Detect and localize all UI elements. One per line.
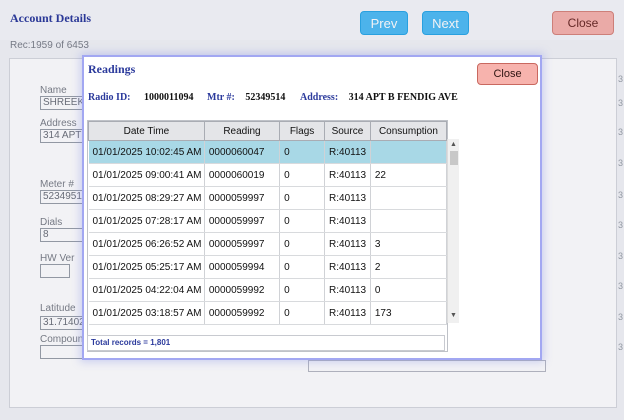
scroll-down-icon[interactable]: ▼ — [450, 312, 457, 320]
cell-consumption — [370, 209, 447, 233]
cell-datetime: 01/01/2025 03:18:57 AM — [88, 301, 205, 325]
readings-grid: Date Time Reading Flags Source Consumpti… — [87, 120, 448, 352]
header-row: Date Time Reading Flags Source Consumpti… — [88, 121, 447, 141]
cell-datetime: 01/01/2025 09:00:41 AM — [88, 163, 205, 187]
cell-flags: 0 — [279, 209, 326, 233]
cell-source: R:40113 — [324, 301, 371, 325]
cell-datetime: 01/01/2025 08:29:27 AM — [88, 186, 205, 210]
readings-dialog: Readings Close Radio ID: 1000011094 Mtr … — [82, 55, 542, 360]
cell-datetime: 01/01/2025 04:22:04 AM — [88, 278, 205, 302]
radio-id-value: 1000011094 — [144, 92, 194, 103]
cell-reading: 0000060019 — [204, 163, 281, 187]
mtr-value: 52349514 — [245, 92, 286, 103]
cell-source: R:40113 — [324, 209, 371, 233]
address-info-value: 314 APT B FENDIG AVE — [348, 92, 458, 103]
scrollbar-thumb[interactable] — [450, 151, 458, 165]
cell-reading: 0000059997 — [204, 232, 281, 256]
cell-flags: 0 — [279, 140, 326, 164]
table-row[interactable]: 01/01/2025 07:28:17 AM 0000059997 0 R:40… — [88, 209, 447, 233]
mtr-label: Mtr #: — [207, 92, 235, 103]
cell-source: R:40113 — [324, 278, 371, 302]
column-header-datetime[interactable]: Date Time — [88, 121, 205, 141]
meter-info: Mtr #: 52349514 — [207, 92, 285, 103]
dialog-title: Readings — [88, 62, 136, 76]
cell-datetime: 01/01/2025 05:25:17 AM — [88, 255, 205, 279]
cell-consumption: 0 — [370, 278, 447, 302]
cell-datetime: 01/01/2025 06:26:52 AM — [88, 232, 205, 256]
cell-reading: 0000060047 — [204, 140, 281, 164]
cell-flags: 0 — [279, 301, 326, 325]
cell-flags: 0 — [279, 255, 326, 279]
cell-consumption: 173 — [370, 301, 447, 325]
column-header-flags[interactable]: Flags — [279, 121, 326, 141]
cell-source: R:40113 — [324, 255, 371, 279]
cell-source: R:40113 — [324, 232, 371, 256]
column-header-reading[interactable]: Reading — [203, 121, 281, 141]
cell-reading: 0000059992 — [204, 301, 281, 325]
cell-flags: 0 — [279, 163, 326, 187]
address-info-label: Address: — [300, 92, 339, 103]
cell-source: R:40113 — [324, 186, 371, 210]
column-header-source[interactable]: Source — [324, 121, 371, 141]
cell-flags: 0 — [279, 232, 326, 256]
address-info: Address: 314 APT B FENDIG AVE — [300, 92, 458, 103]
radio-id-info: Radio ID: 1000011094 — [88, 92, 193, 103]
table-row[interactable]: 01/01/2025 04:22:04 AM 0000059992 0 R:40… — [88, 278, 447, 302]
table-row[interactable]: 01/01/2025 06:26:52 AM 0000059997 0 R:40… — [88, 232, 447, 256]
total-records: Total records = 1,801 — [91, 338, 171, 347]
cell-consumption: 3 — [370, 232, 447, 256]
grid-footer: Total records = 1,801 — [87, 335, 445, 351]
cell-reading: 0000059997 — [204, 186, 281, 210]
cell-reading: 0000059994 — [204, 255, 281, 279]
cell-reading: 0000059992 — [204, 278, 281, 302]
cell-consumption: 22 — [370, 163, 447, 187]
table-row[interactable]: 01/01/2025 03:18:57 AM 0000059992 0 R:40… — [88, 301, 447, 325]
scroll-up-icon[interactable]: ▲ — [450, 141, 457, 149]
dialog-close-button[interactable]: Close — [477, 63, 538, 85]
cell-source: R:40113 — [324, 140, 371, 164]
cell-datetime: 01/01/2025 10:02:45 AM — [88, 140, 205, 164]
table-row[interactable]: 01/01/2025 09:00:41 AM 0000060019 0 R:40… — [88, 163, 447, 187]
cell-reading: 0000059997 — [204, 209, 281, 233]
table-row[interactable]: 01/01/2025 08:29:27 AM 0000059997 0 R:40… — [88, 186, 447, 210]
column-header-consumption[interactable]: Consumption — [369, 121, 447, 141]
cell-consumption — [370, 140, 447, 164]
cell-flags: 0 — [279, 278, 326, 302]
table-row[interactable]: 01/01/2025 10:02:45 AM 0000060047 0 R:40… — [88, 140, 447, 164]
cell-flags: 0 — [279, 186, 326, 210]
cell-consumption — [370, 186, 447, 210]
cell-consumption: 2 — [370, 255, 447, 279]
readings-table: Date Time Reading Flags Source Consumpti… — [88, 121, 447, 325]
cell-datetime: 01/01/2025 07:28:17 AM — [88, 209, 205, 233]
cell-source: R:40113 — [324, 163, 371, 187]
radio-id-label: Radio ID: — [88, 92, 131, 103]
grid-scrollbar[interactable]: ▲ ▼ — [447, 139, 459, 323]
table-row[interactable]: 01/01/2025 05:25:17 AM 0000059994 0 R:40… — [88, 255, 447, 279]
